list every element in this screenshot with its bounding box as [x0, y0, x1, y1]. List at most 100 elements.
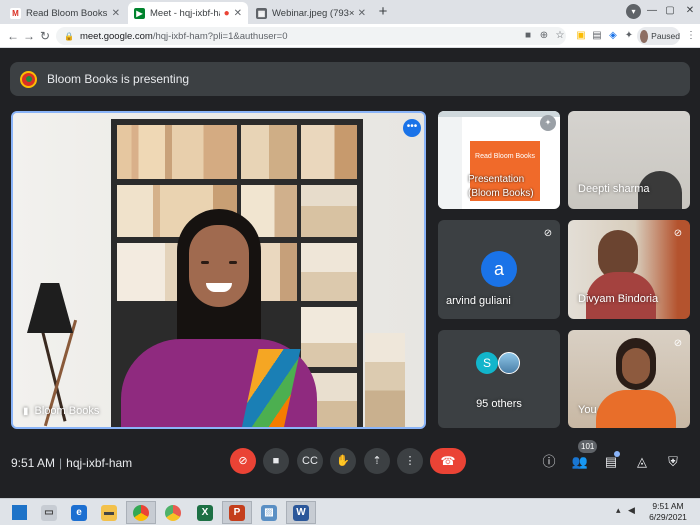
tab-meet[interactable]: ▶ Meet - hqj-ixbf-ham ● ✕: [128, 2, 248, 24]
participant-name: Deepti sharma: [578, 183, 650, 195]
main-tile-name: ▮ Bloom Books: [23, 405, 100, 417]
word-icon: W: [293, 504, 309, 521]
presenting-text: Bloom Books is presenting: [47, 72, 190, 86]
taskbar-app[interactable]: W: [286, 501, 316, 524]
taskbar-app[interactable]: ▨: [254, 501, 284, 524]
system-clock[interactable]: 9:51 AM 6/29/2021: [643, 501, 693, 523]
mic-off-icon: ⊘: [673, 338, 683, 349]
people-icon[interactable]: 👥: [571, 453, 589, 471]
extensions-puzzle-icon[interactable]: ✦: [622, 29, 636, 43]
tab-webinar-image[interactable]: ▦ Webinar.jpeg (793×1122) ✕: [250, 2, 372, 24]
self-tile[interactable]: ⊘ You: [568, 330, 690, 428]
mic-off-icon: ⊘: [543, 228, 553, 239]
more-options-button[interactable]: ⋮: [397, 448, 423, 474]
start-button[interactable]: [4, 501, 34, 524]
tab-search-icon[interactable]: ▾: [626, 4, 641, 19]
captions-button[interactable]: CC: [297, 448, 323, 474]
more-options-icon[interactable]: •••: [403, 119, 421, 137]
tray-chevron-icon[interactable]: ▴: [616, 505, 621, 516]
taskbar-app[interactable]: e: [64, 501, 94, 524]
participant-tile-arvind[interactable]: ⊘ a arvind guliani: [438, 220, 560, 319]
tab-label: Read Bloom Books Mystery Read: [26, 7, 108, 19]
meeting-info-icon[interactable]: ⓘ: [540, 453, 558, 471]
file-icon: ▭: [41, 504, 57, 521]
participant-tile-divyam[interactable]: ⊘ Divyam Bindoria: [568, 220, 690, 319]
presenter-face: [189, 225, 249, 307]
new-tab-button[interactable]: +: [374, 3, 392, 21]
close-window-icon[interactable]: ✕: [680, 0, 700, 24]
people-count-badge: 101: [578, 440, 598, 453]
recording-dot-icon: ●: [223, 7, 230, 19]
gmail-icon: M: [10, 7, 21, 19]
main-video-tile[interactable]: ••• ▮ Bloom Books: [11, 111, 426, 429]
mic-off-icon: ⊘: [673, 228, 683, 239]
menu-icon[interactable]: ⋮: [684, 29, 698, 43]
close-icon[interactable]: ✕: [358, 8, 366, 19]
volume-icon[interactable]: ◀: [628, 505, 635, 516]
folder-icon: ▬: [101, 504, 117, 521]
meeting-time: 9:51 AM: [11, 456, 56, 470]
close-icon[interactable]: ✕: [234, 8, 242, 19]
browser-toolbar: ← → ↻ 🔒 meet.google.com/hqj-ixbf-ham?pli…: [0, 24, 700, 48]
presentation-tile[interactable]: Read Bloom Books Presentation (Bloom Boo…: [438, 111, 560, 209]
chrome-icon: [133, 504, 149, 521]
internet-explorer-icon: e: [71, 504, 87, 521]
taskbar-app[interactable]: [158, 501, 188, 524]
url-path: /hqj-ixbf-ham?pli=1&authuser=0: [152, 30, 288, 42]
windows-taskbar: ▭ e ▬ X P ▨ W ▴ ◀ 9:51 AM 6/29/2021: [0, 498, 700, 525]
avatar: [640, 29, 649, 43]
tab-label: Meet - hqj-ixbf-ham: [150, 7, 220, 19]
reload-icon[interactable]: ↻: [36, 27, 54, 45]
lock-icon: 🔒: [64, 31, 74, 41]
zoom-icon[interactable]: ⊕: [537, 29, 551, 43]
camera-in-use-icon[interactable]: ■: [521, 29, 535, 43]
browser-tab-strip: M Read Bloom Books Mystery Read ✕ ▶ Meet…: [0, 0, 700, 24]
bookmark-star-icon[interactable]: ☆: [553, 29, 567, 43]
activities-icon[interactable]: ◬: [633, 453, 651, 471]
avatar: a: [481, 251, 517, 287]
tab-gmail[interactable]: M Read Bloom Books Mystery Read ✕: [4, 2, 126, 24]
mic-toggle-button[interactable]: ⊘: [230, 448, 256, 474]
maximize-icon[interactable]: ▢: [660, 0, 680, 24]
windows-logo-icon: [11, 505, 27, 520]
taskbar-app[interactable]: ▬: [94, 501, 124, 524]
presentation-caption: Presentation (Bloom Books): [468, 174, 534, 199]
camera-toggle-button[interactable]: ■: [263, 448, 289, 474]
taskbar-app[interactable]: X: [190, 501, 220, 524]
avatar: S: [476, 352, 498, 374]
close-icon[interactable]: ✕: [112, 8, 120, 19]
present-now-button[interactable]: ⇡: [364, 448, 390, 474]
address-bar[interactable]: 🔒 meet.google.com/hqj-ixbf-ham?pli=1&aut…: [56, 27, 566, 45]
taskbar-app[interactable]: ▭: [34, 501, 64, 524]
extension-icon[interactable]: ▤: [590, 29, 604, 43]
url-host: meet.google.com: [79, 30, 153, 42]
notification-dot: [614, 451, 620, 457]
profile-button[interactable]: Paused: [637, 27, 680, 45]
extension-icon[interactable]: ◈: [606, 29, 620, 43]
profile-status: Paused: [651, 31, 680, 41]
others-count: 95 others: [476, 398, 522, 410]
meeting-details: 9:51 AM | hqj-ixbf-ham: [11, 456, 133, 470]
bloom-books-logo-icon: [20, 70, 37, 88]
mic-icon: ▮: [23, 405, 29, 417]
pin-icon[interactable]: ✦: [540, 115, 556, 131]
meeting-code: hqj-ixbf-ham: [66, 456, 133, 470]
presenting-banner: Bloom Books is presenting: [10, 62, 690, 96]
excel-icon: X: [197, 504, 213, 521]
taskbar-app[interactable]: [126, 501, 156, 524]
host-controls-icon[interactable]: ⛨: [664, 453, 682, 471]
image-icon: ▦: [256, 7, 267, 19]
tab-label: Webinar.jpeg (793×1122): [272, 7, 354, 19]
participant-tile-deepti[interactable]: Deepti sharma: [568, 111, 690, 209]
end-call-button[interactable]: ☎: [430, 448, 466, 474]
chrome-icon: [165, 504, 181, 521]
taskbar-app[interactable]: P: [222, 501, 252, 524]
book-stack: [365, 333, 405, 427]
others-tile[interactable]: S 95 others: [438, 330, 560, 428]
extension-icon[interactable]: ▣: [574, 29, 588, 43]
meet-icon: ▶: [134, 7, 145, 19]
raise-hand-button[interactable]: ✋: [330, 448, 356, 474]
avatar: [498, 352, 520, 374]
minimize-icon[interactable]: —: [642, 0, 662, 24]
participant-name: arvind guliani: [446, 295, 511, 307]
